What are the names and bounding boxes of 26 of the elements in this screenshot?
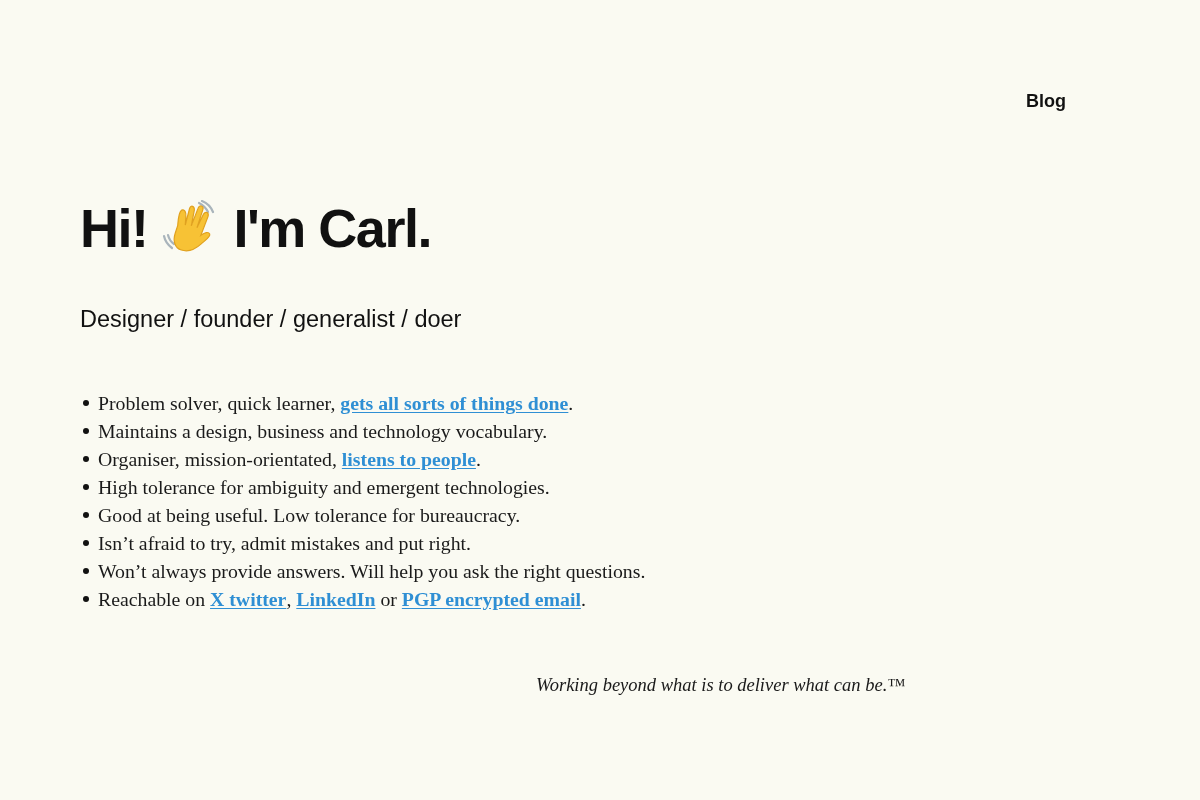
list-item-text: Maintains a design, business and technology vocabulary.: [98, 419, 548, 444]
list-item-text: High tolerance for ambiguity and emergent technologies.: [98, 475, 550, 500]
list-item-text: Isn’t afraid to try, admit mistakes and put right.: [98, 531, 472, 556]
bullet-icon: [83, 484, 89, 490]
motto-text: Working beyond what is to deliver what can be.™: [536, 674, 906, 697]
subtitle: Designer / founder / generalist / doer: [80, 305, 462, 334]
bullet-icon: [83, 512, 89, 518]
list-item-text: Organiser, mission-orientated, listens to people.: [98, 447, 481, 472]
nav-link[interactable]: Blog: [1026, 89, 1066, 124]
list-item-text: Good at being useful. Low tolerance for bureaucracy.: [98, 503, 521, 528]
list-item-text: Won’t always provide answers. Will help you ask the right questions.: [98, 559, 646, 584]
bullet-icon: [83, 540, 89, 546]
bullet-icon: [83, 400, 89, 406]
link[interactable]: PGP encrypted email: [401, 588, 581, 610]
list-item-text: Reachable on X twitter, LinkedIn or PGP encrypted email.: [98, 587, 586, 612]
heading-text: I'm Carl.: [233, 197, 431, 260]
link[interactable]: listens to people: [341, 448, 476, 470]
heading-text: Hi!: [80, 197, 148, 260]
bullet-icon: [83, 596, 89, 602]
link[interactable]: gets all sorts of things done: [340, 392, 569, 414]
bullet-icon: [83, 456, 89, 462]
link[interactable]: LinkedIn: [296, 588, 376, 610]
bullet-icon: [83, 428, 89, 434]
list-item-text: Problem solver, quick learner, gets all sorts of things done.: [98, 391, 574, 416]
link[interactable]: X twitter: [210, 588, 287, 610]
bullet-icon: [83, 568, 89, 574]
